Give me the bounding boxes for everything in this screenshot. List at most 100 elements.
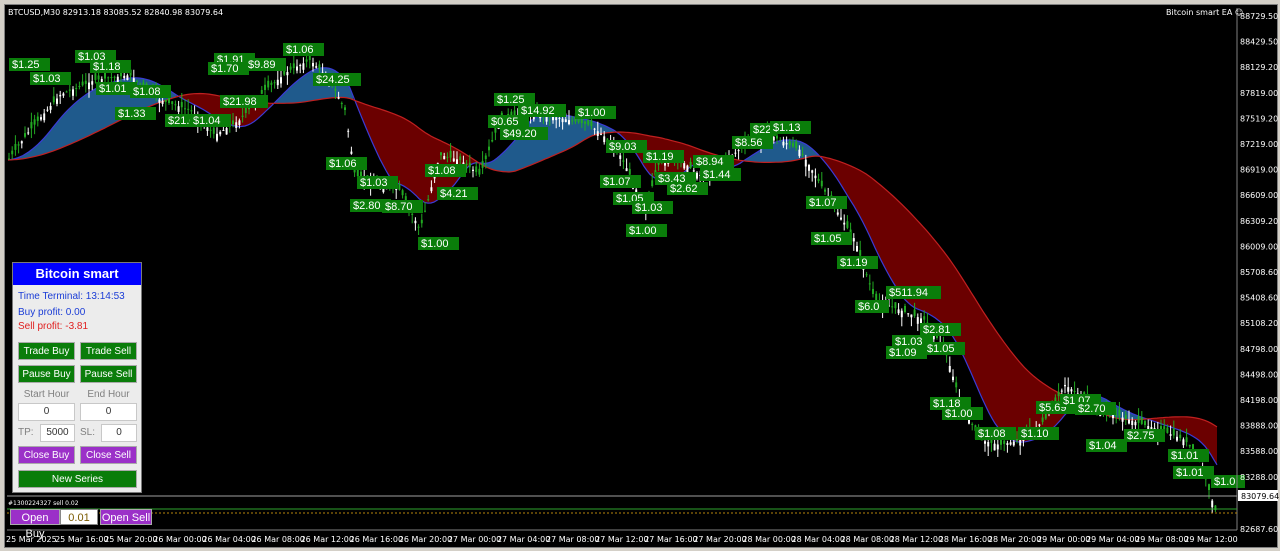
candle-body (1057, 391, 1060, 397)
time-tick-label: 27 Mar 16:00 (644, 535, 697, 544)
profit-label-text: $1.08 (978, 428, 1006, 440)
candle-body (923, 316, 926, 320)
candle-body (260, 89, 263, 94)
ma-cloud-segment (65, 109, 68, 147)
candle-body (1064, 385, 1066, 387)
candle-body (1038, 424, 1041, 426)
trade-sell-button[interactable]: Trade Sell (80, 342, 137, 360)
new-series-button[interactable]: New Series (18, 470, 137, 488)
tp-input[interactable]: 5000 (40, 424, 75, 442)
candle-body (1208, 484, 1210, 490)
profit-label: $2.62 (667, 182, 708, 195)
trade-buy-button[interactable]: Trade Buy (18, 342, 75, 360)
candle-body (452, 158, 455, 162)
price-tick-label: 87819.00 (1240, 89, 1278, 98)
candle-body (312, 63, 314, 67)
candle-body (443, 156, 446, 160)
time-tick-label: 26 Mar 00:00 (153, 535, 206, 544)
current-price-label: 83079.64 (1241, 492, 1279, 501)
open-sell-button[interactable]: Open Sell (100, 509, 152, 525)
ma-cloud-segment (881, 185, 884, 267)
profit-label: $1.07 (600, 175, 641, 188)
candle-body (734, 152, 737, 154)
pause-sell-button[interactable]: Pause Sell (80, 365, 137, 383)
time-tick-label: 28 Mar 16:00 (939, 535, 992, 544)
profit-label-text: $1.13 (773, 122, 801, 134)
profit-label: $1.00 (626, 224, 667, 237)
candle-body (273, 82, 276, 84)
candle-body (481, 160, 484, 168)
ma-cloud-segment (1175, 416, 1178, 430)
ma-cloud-segment (941, 248, 944, 326)
time-tick-label: 28 Mar 04:00 (792, 535, 845, 544)
ma-cloud-segment (80, 96, 83, 140)
ma-cloud-segment (974, 297, 977, 387)
profit-label-text: $1.00 (421, 238, 449, 250)
candle-body (305, 59, 308, 62)
candle-body (1070, 389, 1073, 392)
candle-body (1019, 439, 1022, 446)
time-tick-label: 29 Mar 12:00 (1184, 535, 1237, 544)
end-hour-input[interactable]: 0 (80, 403, 137, 421)
price-tick-label: 87519.20 (1240, 114, 1278, 123)
start-hour-input[interactable]: 0 (18, 403, 75, 421)
candle-body (20, 141, 23, 144)
candle-body (11, 150, 14, 155)
candle-body (1134, 421, 1137, 426)
ma-cloud-segment (959, 273, 962, 354)
candle-body (398, 184, 401, 190)
profit-label: $6.0 (855, 300, 889, 313)
time-tick-label: 27 Mar 20:00 (693, 535, 746, 544)
profit-label-text: $1.33 (118, 108, 146, 120)
ma-cloud-segment (77, 99, 80, 142)
ma-cloud-segment (383, 110, 386, 171)
candle-body (1140, 417, 1143, 424)
candle-body (212, 127, 215, 134)
ma-cloud-segment (884, 188, 887, 272)
candle-body (856, 246, 858, 252)
candle-body (689, 161, 692, 168)
candle-body (584, 121, 586, 124)
profit-label: $2.70 (1075, 402, 1116, 415)
price-tick-label: 86009.00 (1240, 242, 1278, 251)
candle-body (414, 220, 417, 224)
price-tick-label: 86919.00 (1240, 166, 1278, 175)
candle-body (164, 99, 167, 102)
price-tick-label: 87219.00 (1240, 140, 1278, 149)
candle-body (628, 168, 631, 175)
candle-body (820, 180, 823, 187)
candle-body (600, 133, 602, 135)
open-buy-button[interactable]: Open Buy (10, 509, 60, 540)
profit-label-text: $1.05 (927, 343, 955, 355)
ma-cloud-segment (197, 93, 200, 108)
candle-body (190, 110, 193, 112)
candle-body (622, 160, 625, 162)
ma-cloud-segment (890, 193, 893, 283)
ma-cloud-segment (530, 119, 533, 166)
candle-body (475, 166, 478, 173)
pause-buy-button[interactable]: Pause Buy (18, 365, 75, 383)
candle-body (1073, 390, 1076, 392)
price-chart[interactable]: $1.25$1.03$1.18$1.03$1.01 $1.08$1.33$21.0… (0, 0, 1280, 551)
ma-cloud-segment (506, 146, 509, 172)
time-tick-label: 26 Mar 04:00 (202, 535, 255, 544)
sl-input[interactable]: 0 (101, 424, 137, 442)
candle-body (1118, 409, 1121, 417)
end-hour-label: End Hour (87, 389, 130, 400)
candle-body (785, 143, 788, 145)
candle-body (126, 75, 129, 80)
ma-cloud-segment (410, 121, 413, 193)
candle-body (564, 119, 567, 122)
candle-body (171, 101, 174, 105)
close-buy-button[interactable]: Close Buy (18, 446, 75, 464)
profit-label: $8.94 (693, 155, 734, 168)
candle-body (100, 79, 103, 83)
lot-size-input[interactable]: 0.01 (60, 509, 98, 525)
candle-body (1172, 428, 1175, 436)
candle-body (56, 98, 58, 104)
ma-cloud-segment (902, 204, 905, 300)
candle-body (24, 133, 26, 137)
profit-label: $1.03 (30, 72, 71, 85)
close-sell-button[interactable]: Close Sell (80, 446, 137, 464)
candle-body (1124, 415, 1127, 419)
